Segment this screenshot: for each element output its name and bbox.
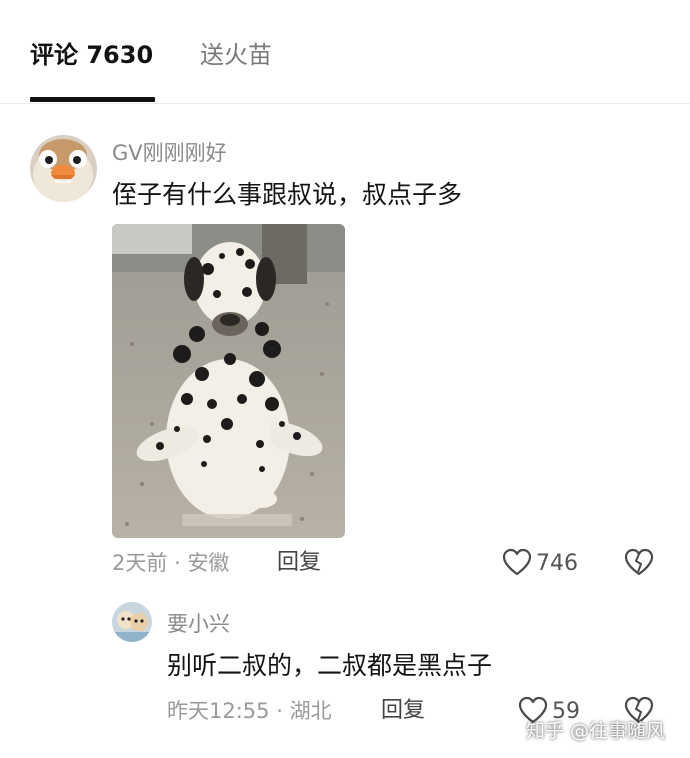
comment-tabs: 评论 7630 送火苗 (0, 0, 690, 103)
avatar[interactable] (30, 135, 97, 202)
tab-send-fire[interactable]: 送火苗 (200, 38, 272, 72)
meta-separator: · (276, 699, 283, 723)
like-count: 746 (536, 551, 578, 576)
reply-button[interactable]: 回复 (381, 697, 425, 725)
active-tab-indicator (30, 97, 155, 102)
comment-time: 2天前 (112, 551, 168, 575)
zhihu-watermark: 知乎 @往事随风 (526, 720, 666, 742)
heart-icon (502, 548, 532, 576)
meta-separator: · (174, 551, 181, 575)
dalmatian-photo (112, 224, 345, 538)
comment-text: 别听二叔的，二叔都是黑点子 (167, 651, 493, 680)
like-button[interactable]: 746 (502, 548, 582, 580)
tabs-divider (0, 103, 690, 104)
tab-comments[interactable]: 评论 7630 (30, 38, 153, 72)
avatar[interactable] (112, 602, 152, 642)
comment-meta: 2天前 · 安徽 (112, 549, 229, 577)
broken-heart-icon (624, 548, 654, 576)
avatar-duck-icon (30, 135, 97, 202)
comment-time: 昨天12:55 (167, 699, 270, 723)
comment-text: 侄子有什么事跟叔说，叔点子多 (112, 180, 463, 209)
comment-location: 湖北 (289, 699, 332, 723)
comment-image-dalmatian[interactable] (112, 224, 345, 538)
reply-button[interactable]: 回复 (277, 549, 321, 577)
avatar-cartoon-icon (112, 602, 152, 642)
comment-username[interactable]: 要小兴 (167, 610, 230, 638)
comment-username[interactable]: GV刚刚刚好 (112, 139, 227, 167)
comment-meta: 昨天12:55 · 湖北 (167, 697, 332, 725)
comment-location: 安徽 (187, 551, 230, 575)
dislike-button[interactable] (624, 548, 654, 582)
